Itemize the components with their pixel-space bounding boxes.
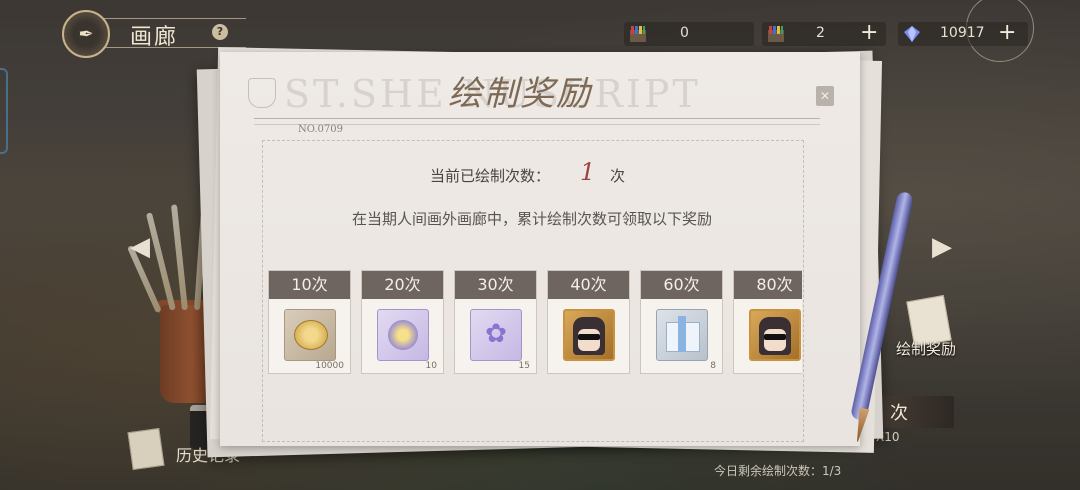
add-paint-ticket-button[interactable]: + [860,20,878,45]
quill-icon: ✒ [78,23,94,45]
back-button[interactable]: ✒ [62,10,110,58]
reward-tile-80[interactable]: 80次 [733,270,802,374]
reward-quantity: 10 [425,361,437,371]
draw-count-value: 1 [580,158,596,186]
paint-set-icon [630,26,646,42]
reward-tile-40[interactable]: 40次 [547,270,630,374]
fountain-pen [850,180,914,450]
help-icon[interactable]: ? [212,24,228,40]
reward-tile-60[interactable]: 60次 8 [640,270,723,374]
resource-value: 2 [816,25,825,41]
reward-quantity: 15 [518,361,530,371]
add-diamond-button[interactable]: + [998,20,1016,45]
resource-diamonds: 10917 + [898,20,1028,46]
fairy-icon: ✿ [470,309,522,361]
gift-ribbon [678,316,686,352]
portrait-face [578,329,600,351]
remaining-draws-label: 今日剩余绘制次数：1/3 [714,464,842,478]
next-arrow-icon[interactable]: ▶ [932,232,952,262]
sunglasses-icon [764,334,786,340]
crest-icon [248,78,276,108]
resource-value: 10917 [940,25,985,41]
gold-coin-icon [284,309,336,361]
draw-count-label: 当前已绘制次数： [430,167,551,185]
close-icon[interactable]: ✕ [816,86,834,106]
reward-list[interactable]: 10次 10000 20次 10 30次 ✿ 15 40次 60次 8 80次 [268,270,802,376]
reward-tile-label: 80次 [734,271,802,299]
fairy-glyph: ✿ [485,319,507,349]
reward-quantity: 10000 [315,361,344,371]
avatar-portrait-icon [749,309,801,361]
reward-tile-label: 20次 [362,271,443,299]
reward-quantity: 8 [710,361,716,371]
draw-count-unit: 次 [610,167,626,185]
coin-disc [294,320,328,350]
history-icon [127,427,165,471]
reward-description: 在当期人间画外画廊中，累计绘制次数可领取以下奖励 [351,210,712,228]
portrait-face [764,329,786,351]
sun-badge-icon [377,309,429,361]
reward-tile-label: 40次 [548,271,629,299]
sun-disc [388,320,418,350]
paint-set-icon [768,26,784,42]
reward-tile-30[interactable]: 30次 ✿ 15 [454,270,537,374]
gift-box-icon [656,309,708,361]
diamond-icon [904,26,920,42]
resource-paint-tickets-2: 2 + [762,20,886,46]
dialog-title: 绘制奖励 [448,74,592,114]
reward-tile-10[interactable]: 10次 10000 [268,270,351,374]
reward-tile-label: 30次 [455,271,536,299]
divider [254,118,820,119]
pen-body [850,190,914,422]
resource-value: 0 [680,25,689,41]
avatar-portrait-icon [563,309,615,361]
form-number: NO.0709 [298,124,343,135]
sunglasses-icon [578,334,600,340]
prev-arrow-icon[interactable]: ◀ [130,232,150,262]
reward-tile-20[interactable]: 20次 10 [361,270,444,374]
reward-tile-label: 10次 [269,271,350,299]
resource-paint-tickets: 0 [624,22,754,46]
page-title: 画廊 [130,25,179,50]
reward-tile-label: 60次 [641,271,722,299]
